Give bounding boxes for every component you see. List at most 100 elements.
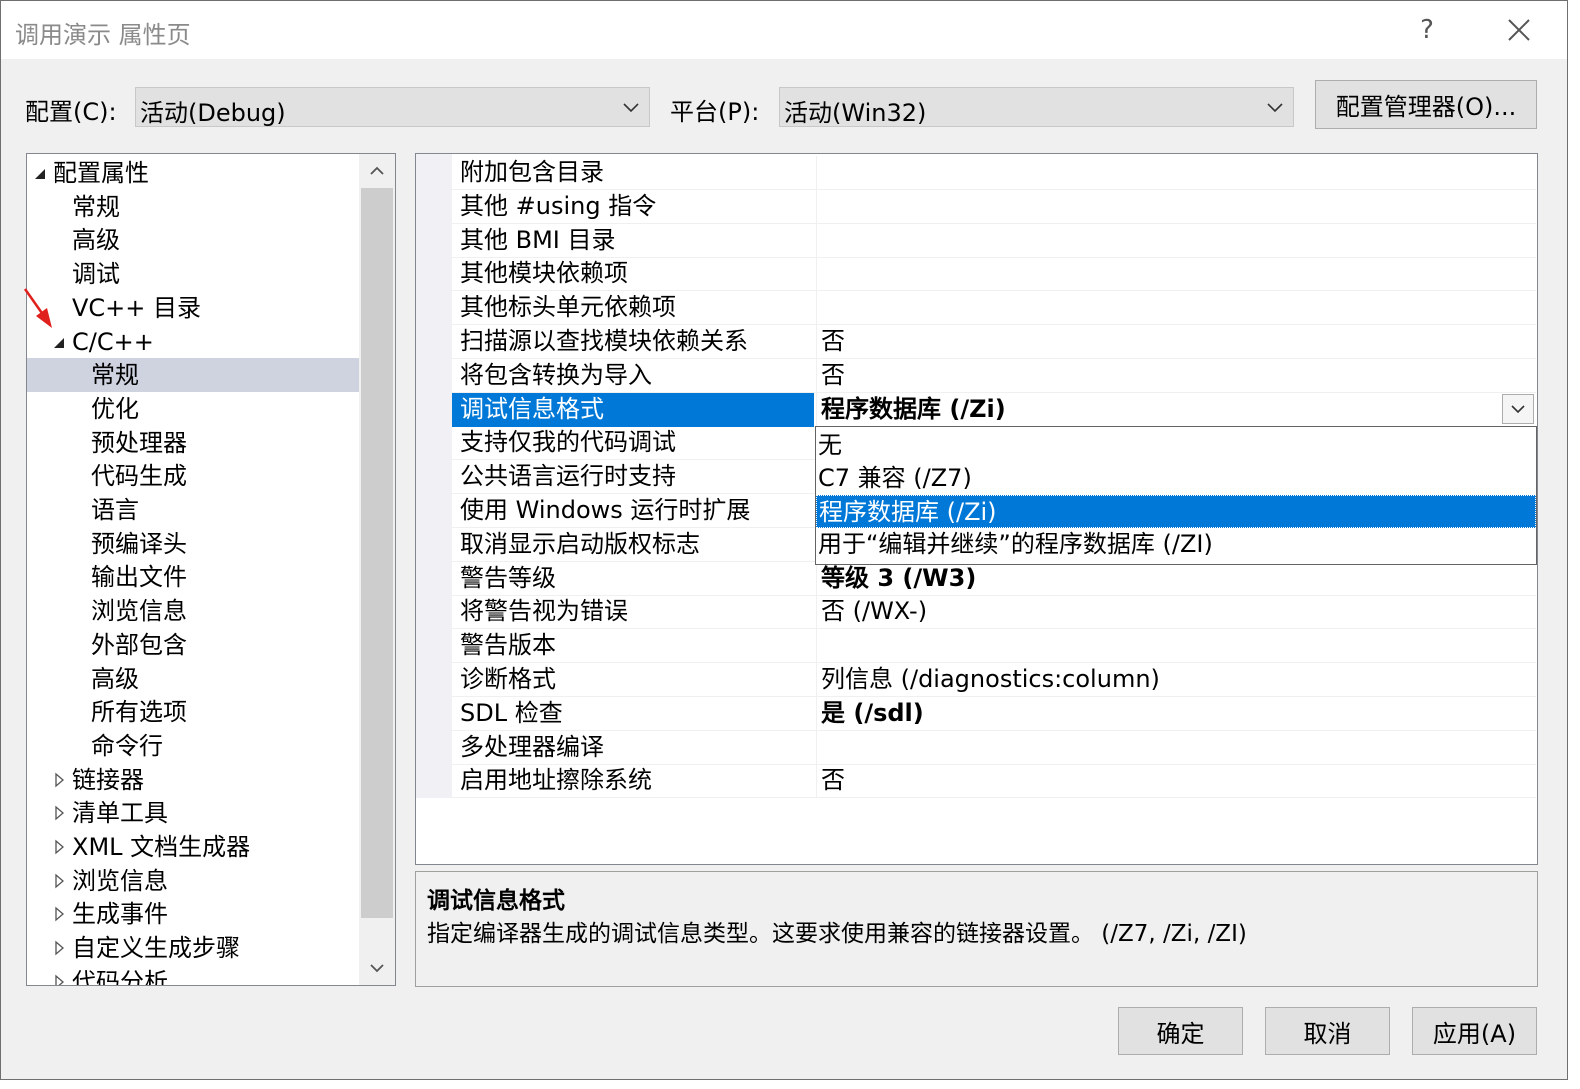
tree-item[interactable]: 自定义生成步骤	[27, 931, 359, 965]
tree-item-label: 预编译头	[91, 529, 187, 558]
tree-item[interactable]: 代码分析	[27, 965, 359, 986]
tree-item[interactable]: 预处理器	[27, 426, 359, 460]
tree-item[interactable]: 输出文件	[27, 560, 359, 594]
tree-item[interactable]: C/C++	[27, 325, 359, 359]
property-row[interactable]: 其他模块依赖项	[452, 257, 1536, 292]
tree-item[interactable]: 代码生成	[27, 459, 359, 493]
tree-item[interactable]: 常规	[27, 358, 359, 393]
tree-item[interactable]: 浏览信息	[27, 594, 359, 628]
property-name: 其他模块依赖项	[460, 259, 628, 288]
property-name: 启用地址擦除系统	[460, 766, 652, 795]
property-row[interactable]: 警告版本	[452, 629, 1536, 664]
dropdown-option[interactable]: 无	[816, 429, 1536, 462]
property-value[interactable]	[816, 291, 1536, 326]
property-value[interactable]: 否	[816, 764, 1536, 799]
configuration-manager-button[interactable]: 配置管理器(O)...	[1315, 80, 1537, 129]
property-value-text: 否	[821, 327, 845, 355]
property-value[interactable]: 是 (/sdl)	[816, 696, 1536, 731]
tree-item[interactable]: 生成事件	[27, 897, 359, 931]
tree-item[interactable]: 链接器	[27, 763, 359, 797]
chevron-down-icon	[1511, 405, 1525, 413]
dropdown-option[interactable]: C7 兼容 (/Z7)	[816, 462, 1536, 495]
property-row[interactable]: 附加包含目录	[452, 156, 1536, 190]
debug-format-dropdown-list[interactable]: 无 C7 兼容 (/Z7) 程序数据库 (/Zi) 用于“编辑并继续”的程序数据库 (…	[815, 426, 1537, 565]
property-value[interactable]	[816, 629, 1536, 664]
tree-item[interactable]: XML 文档生成器	[27, 830, 359, 864]
tree-item[interactable]: 优化	[27, 392, 359, 426]
close-button[interactable]	[1491, 9, 1547, 51]
property-row[interactable]: 其他 #using 指令	[452, 189, 1536, 224]
tree-item[interactable]: 调试	[27, 257, 359, 291]
property-row[interactable]: 其他标头单元依赖项	[452, 291, 1536, 326]
description-title: 调试信息格式	[427, 888, 565, 914]
property-value[interactable]: 程序数据库 (/Zi)	[816, 392, 1536, 427]
triangle-right-icon[interactable]	[52, 897, 68, 931]
property-value[interactable]: 否	[816, 325, 1536, 359]
tree-item[interactable]: 配置属性	[27, 156, 359, 190]
tree-item[interactable]: VC++ 目录	[27, 291, 359, 325]
property-value[interactable]: 否 (/WX-)	[816, 595, 1536, 630]
property-row[interactable]: 多处理器编译	[452, 730, 1536, 765]
tree-item[interactable]: 语言	[27, 493, 359, 527]
triangle-right-icon[interactable]	[52, 763, 68, 797]
tree-scrollbar[interactable]	[359, 154, 395, 985]
dropdown-option[interactable]: 程序数据库 (/Zi)	[816, 495, 1536, 528]
triangle-down-icon[interactable]	[33, 156, 49, 190]
property-row[interactable]: 启用地址擦除系统 否	[452, 764, 1536, 799]
property-value[interactable]	[816, 223, 1536, 258]
property-row[interactable]: SDL 检查 是 (/sdl)	[452, 696, 1536, 731]
ok-button[interactable]: 确定	[1118, 1007, 1243, 1055]
tree-item[interactable]: 外部包含	[27, 628, 359, 662]
property-row[interactable]: 扫描源以查找模块依赖关系 否	[452, 325, 1536, 359]
tree-item-label: 生成事件	[72, 900, 168, 929]
category-tree[interactable]: 代码分析 自定义生成步骤 生成事件 浏览信息 XML 文档生成器 清单工具 链接器 命令行 所有…	[26, 153, 396, 986]
dropdown-option[interactable]: 用于“编辑并继续”的程序数据库 (/ZI)	[816, 528, 1536, 561]
property-name: 其他 BMI 目录	[460, 225, 616, 254]
property-value[interactable]: 等级 3 (/W3)	[816, 561, 1536, 596]
dropdown-button[interactable]	[1502, 393, 1534, 424]
property-row[interactable]: 其他 BMI 目录	[452, 223, 1536, 258]
window-title: 调用演示 属性页	[15, 21, 191, 49]
triangle-right-icon[interactable]	[52, 965, 68, 986]
platform-select[interactable]: 活动(Win32)	[779, 87, 1294, 127]
property-row[interactable]: 诊断格式 列信息 (/diagnostics:column)	[452, 663, 1536, 697]
tree-item-label: C/C++	[72, 327, 154, 356]
tree-item[interactable]: 预编译头	[27, 527, 359, 561]
triangle-right-icon[interactable]	[52, 796, 68, 830]
tree-item[interactable]: 浏览信息	[27, 864, 359, 898]
tree-item[interactable]: 高级	[27, 662, 359, 696]
property-name: 多处理器编译	[460, 732, 604, 761]
property-row[interactable]: 调试信息格式 程序数据库 (/Zi)	[452, 392, 1536, 427]
scrollbar-thumb[interactable]	[361, 188, 393, 918]
tree-item-label: VC++ 目录	[72, 293, 202, 322]
property-name: 警告等级	[460, 563, 556, 592]
property-value[interactable]	[816, 156, 1536, 190]
chevron-down-icon[interactable]	[359, 951, 395, 985]
platform-select-value: 活动(Win32)	[784, 99, 927, 127]
chevron-up-icon[interactable]	[359, 154, 395, 188]
property-row[interactable]: 警告等级 等级 3 (/W3)	[452, 561, 1536, 596]
triangle-right-icon[interactable]	[52, 830, 68, 864]
tree-item[interactable]: 常规	[27, 190, 359, 224]
property-value[interactable]: 列信息 (/diagnostics:column)	[816, 663, 1536, 697]
property-value-text: 否	[821, 360, 845, 389]
apply-button[interactable]: 应用(A)	[1412, 1007, 1537, 1055]
help-button[interactable]: ?	[1399, 9, 1455, 51]
property-value[interactable]: 否	[816, 358, 1536, 393]
triangle-right-icon[interactable]	[52, 864, 68, 898]
tree-item[interactable]: 所有选项	[27, 695, 359, 729]
triangle-right-icon[interactable]	[52, 931, 68, 965]
property-value[interactable]	[816, 257, 1536, 292]
description-text: 指定编译器生成的调试信息类型。这要求使用兼容的链接器设置。 (/Z7, /Zi,…	[427, 921, 1247, 947]
config-select[interactable]: 活动(Debug)	[135, 87, 650, 127]
property-row[interactable]: 将警告视为错误 否 (/WX-)	[452, 595, 1536, 630]
tree-item-label: 调试	[72, 260, 120, 289]
property-value[interactable]	[816, 189, 1536, 224]
tree-item[interactable]: 命令行	[27, 729, 359, 763]
cancel-button[interactable]: 取消	[1265, 1007, 1390, 1055]
annotation-arrow-icon	[23, 288, 52, 328]
tree-item[interactable]: 高级	[27, 223, 359, 257]
property-value[interactable]	[816, 730, 1536, 765]
tree-item[interactable]: 清单工具	[27, 796, 359, 830]
property-row[interactable]: 将包含转换为导入 否	[452, 358, 1536, 393]
